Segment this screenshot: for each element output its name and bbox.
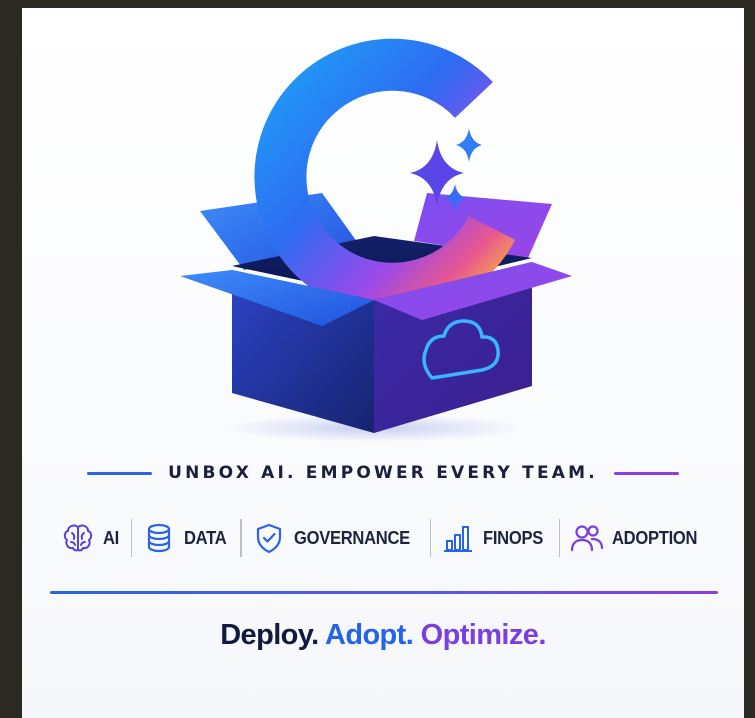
bar-chart-icon	[444, 526, 473, 552]
slogan: Deploy. Adopt. Optimize.	[22, 619, 744, 652]
database-icon	[148, 523, 171, 553]
feature-ai: AI	[51, 521, 130, 555]
feature-label: FINOPS	[483, 527, 544, 548]
feature-adoption: ADOPTION	[560, 521, 715, 555]
hero-illustration	[180, 38, 572, 442]
shield-check-icon	[256, 523, 281, 554]
feature-data: DATA	[132, 521, 240, 555]
feature-finops: FINOPS	[431, 521, 558, 555]
slogan-deploy: Deploy.	[220, 619, 319, 651]
slogan-optimize: Optimize.	[420, 619, 547, 651]
tagline-rule-right	[613, 471, 679, 475]
tagline-row: UNBOX AI. EMPOWER EVERY TEAM.	[22, 455, 744, 491]
feature-label: AI	[103, 527, 120, 548]
poster-card: UNBOX AI. EMPOWER EVERY TEAM. AI DATA GO…	[22, 8, 744, 718]
feature-label: GOVERNANCE	[293, 527, 410, 548]
feature-label: ADOPTION	[612, 527, 698, 548]
tagline: UNBOX AI. EMPOWER EVERY TEAM.	[168, 463, 598, 483]
slogan-adopt: Adopt.	[324, 619, 414, 651]
brain-icon	[64, 524, 93, 552]
feature-list: AI DATA GOVERNANCE FINOPS ADOPTION	[22, 516, 744, 560]
users-icon	[570, 525, 604, 552]
feature-label: DATA	[184, 527, 227, 548]
gradient-divider	[50, 591, 718, 594]
feature-governance: GOVERNANCE	[242, 521, 430, 555]
tagline-rule-left	[87, 471, 153, 475]
